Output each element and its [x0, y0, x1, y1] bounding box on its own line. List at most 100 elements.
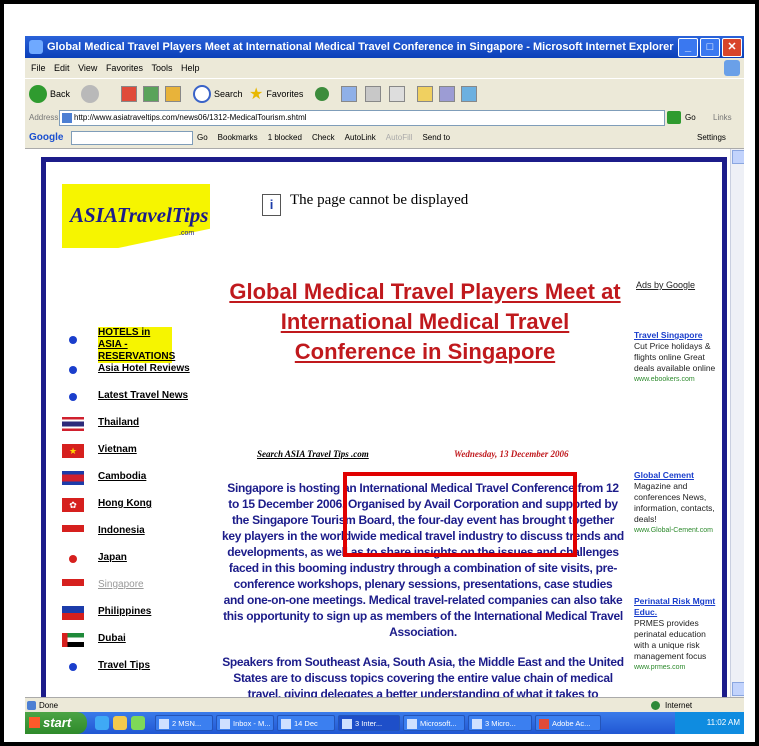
info-icon: i [262, 194, 281, 216]
ad-travel-singapore[interactable]: Travel Singapore Cut Price holidays & fl… [634, 330, 716, 385]
start-button[interactable]: start [25, 712, 87, 734]
google-popup-blocked[interactable]: 1 blocked [268, 133, 302, 142]
google-check-button[interactable]: Check [312, 133, 335, 142]
article-paragraph-2: Speakers from Southeast Asia, South Asia… [222, 655, 624, 697]
ad-global-cement[interactable]: Global Cement Magazine and conferences N… [634, 470, 716, 536]
stop-button[interactable] [121, 85, 137, 103]
vertical-scrollbar[interactable] [730, 149, 744, 697]
task-14dec[interactable]: 14 Dec [277, 715, 335, 731]
window-title-bar[interactable]: Global Medical Travel Players Meet at In… [25, 36, 744, 58]
google-search-input[interactable] [71, 131, 193, 145]
task-adobe[interactable]: Adobe Ac... [535, 715, 601, 731]
print-button[interactable] [365, 85, 381, 103]
links-button[interactable]: Links [713, 113, 732, 122]
menu-edit[interactable]: Edit [54, 63, 70, 73]
go-arrow-icon[interactable] [667, 111, 681, 124]
ad-body: Magazine and conferences News, informati… [634, 481, 715, 524]
windows-logo-icon [724, 60, 740, 76]
article-date: Wednesday, 13 December 2006 [454, 449, 569, 459]
page-error-message: The page cannot be displayed [290, 192, 469, 208]
bullet-icon [69, 663, 77, 671]
google-settings-button[interactable]: Settings [697, 133, 726, 142]
philippines-flag-icon [62, 606, 84, 620]
google-autofill-button[interactable]: AutoFill [386, 133, 413, 142]
back-arrow-icon [29, 85, 47, 103]
go-button[interactable]: Go [685, 113, 696, 122]
home-button[interactable] [165, 85, 181, 103]
task-internet-explorer[interactable]: 3 Inter... [338, 715, 400, 731]
google-toolbar: Google Go Bookmarks 1 blocked Check Auto… [25, 128, 744, 149]
vietnam-flag-icon: ★ [62, 444, 84, 458]
task-microsoft[interactable]: Microsoft... [403, 715, 465, 731]
task-msn[interactable]: 2 MSN... [155, 715, 213, 731]
site-logo[interactable]: ASIATravelTips [70, 203, 208, 228]
nav-label-travel-news: Latest Travel News [98, 390, 189, 401]
nav-label-japan: Japan [98, 552, 127, 563]
ad-body: Cut Price holidays & flights online Grea… [634, 341, 716, 373]
search-label: Search [214, 89, 243, 99]
ad-perinatal-risk[interactable]: Perinatal Risk Mgmt Educ. PRMES provides… [634, 596, 716, 673]
scroll-down-button[interactable] [732, 682, 744, 696]
menu-file[interactable]: File [31, 63, 46, 73]
ad-url[interactable]: www.Global-Cement.com [634, 525, 716, 536]
search-icon [193, 85, 211, 103]
scroll-up-button[interactable] [732, 150, 744, 164]
nav-label-cambodia: Cambodia [98, 471, 147, 482]
nav-label-dubai: Dubai [98, 633, 126, 644]
edit-button[interactable] [389, 85, 405, 103]
mail-icon [220, 719, 230, 729]
google-go-button[interactable]: Go [197, 133, 208, 142]
clock[interactable]: 11:02 AM [707, 718, 740, 727]
menu-tools[interactable]: Tools [151, 63, 172, 73]
ad-title[interactable]: Perinatal Risk Mgmt Educ. [634, 596, 716, 618]
task-inbox[interactable]: Inbox - M... [216, 715, 274, 731]
forward-button[interactable] [81, 85, 99, 103]
minimize-button[interactable]: _ [678, 38, 698, 57]
menu-bar: File Edit View Favorites Tools Help [25, 58, 744, 78]
singapore-flag-icon [62, 579, 84, 593]
google-logo: Google [29, 132, 64, 143]
folder-icon [417, 86, 433, 102]
star-icon: ★ [249, 86, 264, 103]
quicklaunch-ie-icon[interactable] [95, 716, 109, 730]
maximize-button[interactable]: □ [700, 38, 720, 57]
google-sendto-button[interactable]: Send to [422, 133, 450, 142]
internet-zone-icon [651, 701, 660, 710]
google-autolink-button[interactable]: AutoLink [345, 133, 376, 142]
search-button[interactable]: Search [193, 85, 243, 103]
nav-label-vietnam: Vietnam [98, 444, 137, 455]
back-button[interactable]: Back [29, 85, 70, 103]
google-bookmarks-button[interactable]: Bookmarks [218, 133, 258, 142]
search-site-link[interactable]: Search ASIA Travel Tips .com [257, 449, 369, 459]
mail-button[interactable] [341, 85, 357, 103]
menu-view[interactable]: View [78, 63, 97, 73]
article-headline[interactable]: Global Medical Travel Players Meet at In… [226, 277, 624, 367]
refresh-button[interactable] [143, 85, 159, 103]
history-button[interactable] [315, 85, 329, 103]
forward-arrow-icon [81, 85, 99, 103]
browser-content: ASIATravelTips .com i The page cannot be… [25, 149, 730, 697]
close-button[interactable]: ✕ [722, 38, 742, 57]
address-label: Address [29, 113, 59, 122]
ad-title[interactable]: Travel Singapore [634, 330, 716, 341]
history-icon [315, 87, 329, 101]
menu-favorites[interactable]: Favorites [106, 63, 143, 73]
ads-by-google-link[interactable]: Ads by Google [636, 280, 695, 290]
site-logo-com: .com [179, 230, 195, 237]
quicklaunch-desktop-icon[interactable] [131, 716, 145, 730]
address-bar: Address http://www.asiatraveltips.com/ne… [25, 108, 744, 129]
ad-url[interactable]: www.prmes.com [634, 662, 716, 673]
url-field[interactable]: http://www.asiatraveltips.com/news06/131… [59, 110, 665, 126]
messenger-button[interactable] [461, 85, 477, 103]
favorites-button[interactable]: ★ Favorites [249, 85, 303, 103]
screenshot-frame: Global Medical Travel Players Meet at In… [0, 0, 759, 746]
folder-button[interactable] [417, 85, 433, 103]
highlight-annotation-box [343, 472, 577, 557]
menu-help[interactable]: Help [181, 63, 200, 73]
ad-url[interactable]: www.ebookers.com [634, 374, 716, 385]
research-button[interactable] [439, 85, 455, 103]
quicklaunch-folder-icon[interactable] [113, 716, 127, 730]
ad-title[interactable]: Global Cement [634, 470, 716, 481]
task-micro[interactable]: 3 Micro... [468, 715, 532, 731]
standard-toolbar: Back Search ★ Favorites [25, 78, 744, 110]
